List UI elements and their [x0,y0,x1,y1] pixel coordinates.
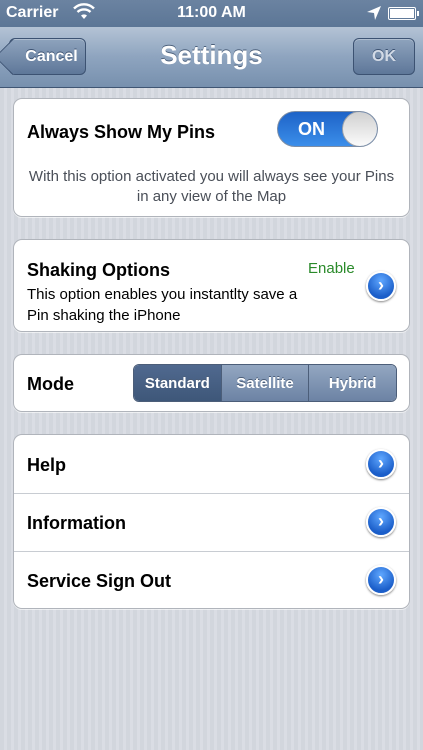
clock: 11:00 AM [177,4,246,21]
mode-row: Mode Standard Satellite Hybrid [13,354,410,412]
disclosure-chevron-icon[interactable]: › [366,565,396,595]
toggle-on-label: ON [298,119,325,139]
ok-button[interactable]: OK [353,38,415,75]
sign-out-label: Service Sign Out [27,571,172,591]
location-arrow-icon [366,5,382,26]
sign-out-row[interactable]: Service Sign Out › [14,552,409,609]
toggle-knob [342,112,377,146]
shaking-description-line2: Pin shaking the iPhone [27,307,181,324]
disclosure-chevron-icon[interactable]: › [366,271,396,301]
always-show-pins-label: Always Show My Pins [27,122,216,142]
mode-satellite-segment[interactable]: Satellite [220,365,309,401]
shaking-description-line1: This option enables you instantlty save … [27,286,298,303]
disclosure-chevron-icon[interactable]: › [366,507,396,537]
status-bar: Carrier 11:00 AM [0,0,423,27]
shaking-options-label: Shaking Options [27,260,171,280]
help-row[interactable]: Help › [14,435,409,493]
pins-description: With this option activated you will alwa… [28,168,395,205]
mode-label: Mode [27,374,74,394]
disclosure-chevron-icon[interactable]: › [366,449,396,479]
pins-settings-group: Always Show My Pins ON With this option … [13,98,410,217]
always-show-pins-toggle[interactable]: ON [277,111,378,147]
information-label: Information [27,513,126,533]
shaking-status: Enable [308,260,355,277]
shaking-options-row[interactable]: Shaking Options Enable This option enabl… [13,239,410,332]
menu-group: Help › Information › Service Sign Out › [13,434,410,609]
help-label: Help [27,455,67,475]
mode-standard-segment[interactable]: Standard [134,365,221,401]
mode-hybrid-segment[interactable]: Hybrid [308,365,396,401]
map-mode-segmented-control: Standard Satellite Hybrid [133,364,397,402]
navigation-bar: Cancel Settings OK [0,27,423,88]
information-row[interactable]: Information › [14,494,409,551]
shaking-description: This option enables you instantlty save … [27,284,297,326]
battery-icon [388,7,419,20]
